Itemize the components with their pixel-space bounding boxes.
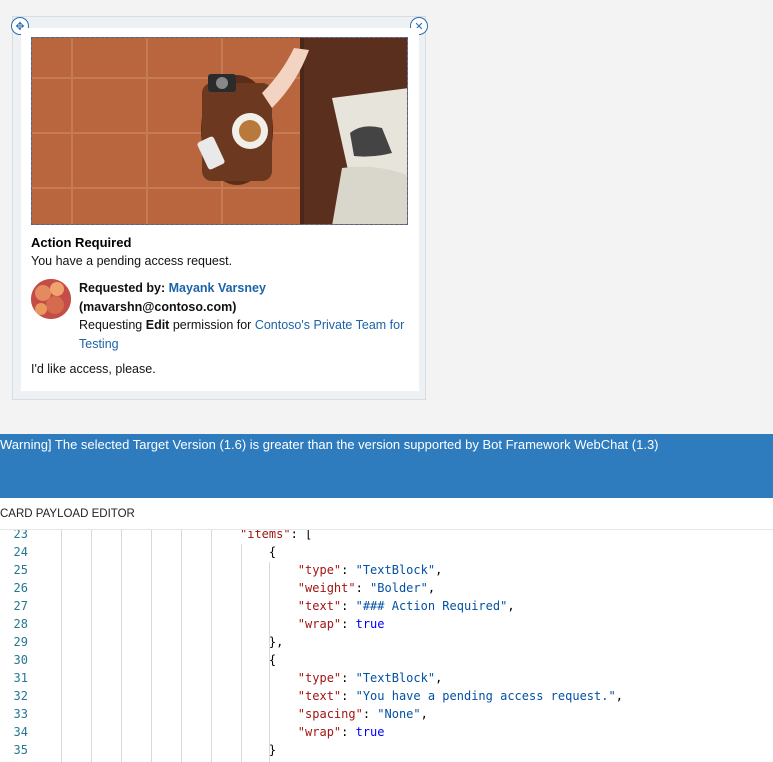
code-line[interactable]: 26 "weight": "Bolder",	[0, 579, 773, 597]
code-text: },	[240, 635, 284, 649]
hero-image-illustration	[32, 38, 407, 224]
line-number: 28	[13, 617, 28, 631]
code-line[interactable]: 31 "type": "TextBlock",	[0, 669, 773, 687]
card-payload-editor[interactable]: 23 "items": [24 {25 "type": "TextBlock", 2…	[0, 530, 773, 762]
requested-by-line: Requested by: Mayank Varsney	[79, 279, 411, 298]
card-title: Action Required	[31, 235, 132, 250]
line-number: 27	[13, 599, 28, 613]
code-line[interactable]: 28 "wrap": true	[0, 615, 773, 633]
code-line[interactable]: 33 "spacing": "None",	[0, 705, 773, 723]
line-number: 32	[13, 689, 28, 703]
requester-email: (mavarshn@contoso.com)	[79, 299, 237, 314]
version-warning-banner: Warning] The selected Target Version (1.…	[0, 434, 773, 498]
code-text: "text": "You have a pending access reque…	[297, 689, 623, 703]
code-text: "type": "TextBlock",	[297, 671, 443, 685]
line-number: 35	[13, 743, 28, 757]
card-designer-canvas: ✥ ✕ Action Required You have a pending a…	[0, 0, 773, 434]
code-text: "wrap": true	[297, 617, 385, 631]
editor-header: CARD PAYLOAD EDITOR	[0, 498, 773, 530]
code-text: {	[240, 653, 277, 667]
code-line[interactable]: 34 "wrap": true	[0, 723, 773, 741]
card-subtitle: You have a pending access request.	[31, 254, 233, 268]
code-line[interactable]: 27 "text": "### Action Required",	[0, 597, 773, 615]
code-text: {	[240, 545, 277, 559]
requested-by-label: Requested by:	[79, 281, 166, 295]
request-details: Requested by: Mayank Varsney (mavarshn@c…	[79, 279, 411, 353]
code-text: "weight": "Bolder",	[297, 581, 436, 595]
code-text: "type": "TextBlock",	[297, 563, 443, 577]
permission-for-text: permission for	[172, 318, 252, 332]
code-line[interactable]: 30 {	[0, 651, 773, 669]
line-number: 31	[13, 671, 28, 685]
code-line[interactable]: 24 {	[0, 543, 773, 561]
line-number: 24	[13, 545, 28, 559]
line-number: 29	[13, 635, 28, 649]
line-number: 25	[13, 563, 28, 577]
line-number: 26	[13, 581, 28, 595]
editor-title: CARD PAYLOAD EDITOR	[0, 508, 135, 520]
code-text: "wrap": true	[297, 725, 385, 739]
avatar	[31, 279, 71, 319]
line-number: 34	[13, 725, 28, 739]
requesting-line: Requesting Edit permission for Contoso's…	[79, 316, 411, 353]
code-line[interactable]: 25 "type": "TextBlock",	[0, 561, 773, 579]
code-line[interactable]: 23 "items": [	[0, 530, 773, 543]
code-text: "items": [	[240, 530, 313, 541]
code-line[interactable]: 32 "text": "You have a pending access re…	[0, 687, 773, 705]
code-line[interactable]: 29 },	[0, 633, 773, 651]
adaptive-card: Action Required You have a pending acces…	[21, 28, 419, 391]
line-number: 23	[13, 530, 28, 541]
line-number: 30	[13, 653, 28, 667]
permission-level: Edit	[145, 318, 170, 332]
requesting-prefix: Requesting	[79, 318, 143, 332]
code-text: }	[240, 743, 277, 757]
requester-name-link[interactable]: Mayank Varsney	[169, 281, 266, 295]
code-text: "text": "### Action Required",	[297, 599, 515, 613]
warning-text: Warning] The selected Target Version (1.…	[0, 437, 659, 452]
hero-image[interactable]	[31, 37, 408, 225]
request-note: I'd like access, please.	[31, 362, 156, 376]
code-line[interactable]: 35 }	[0, 741, 773, 759]
code-text: "spacing": "None",	[297, 707, 428, 721]
line-number: 33	[13, 707, 28, 721]
